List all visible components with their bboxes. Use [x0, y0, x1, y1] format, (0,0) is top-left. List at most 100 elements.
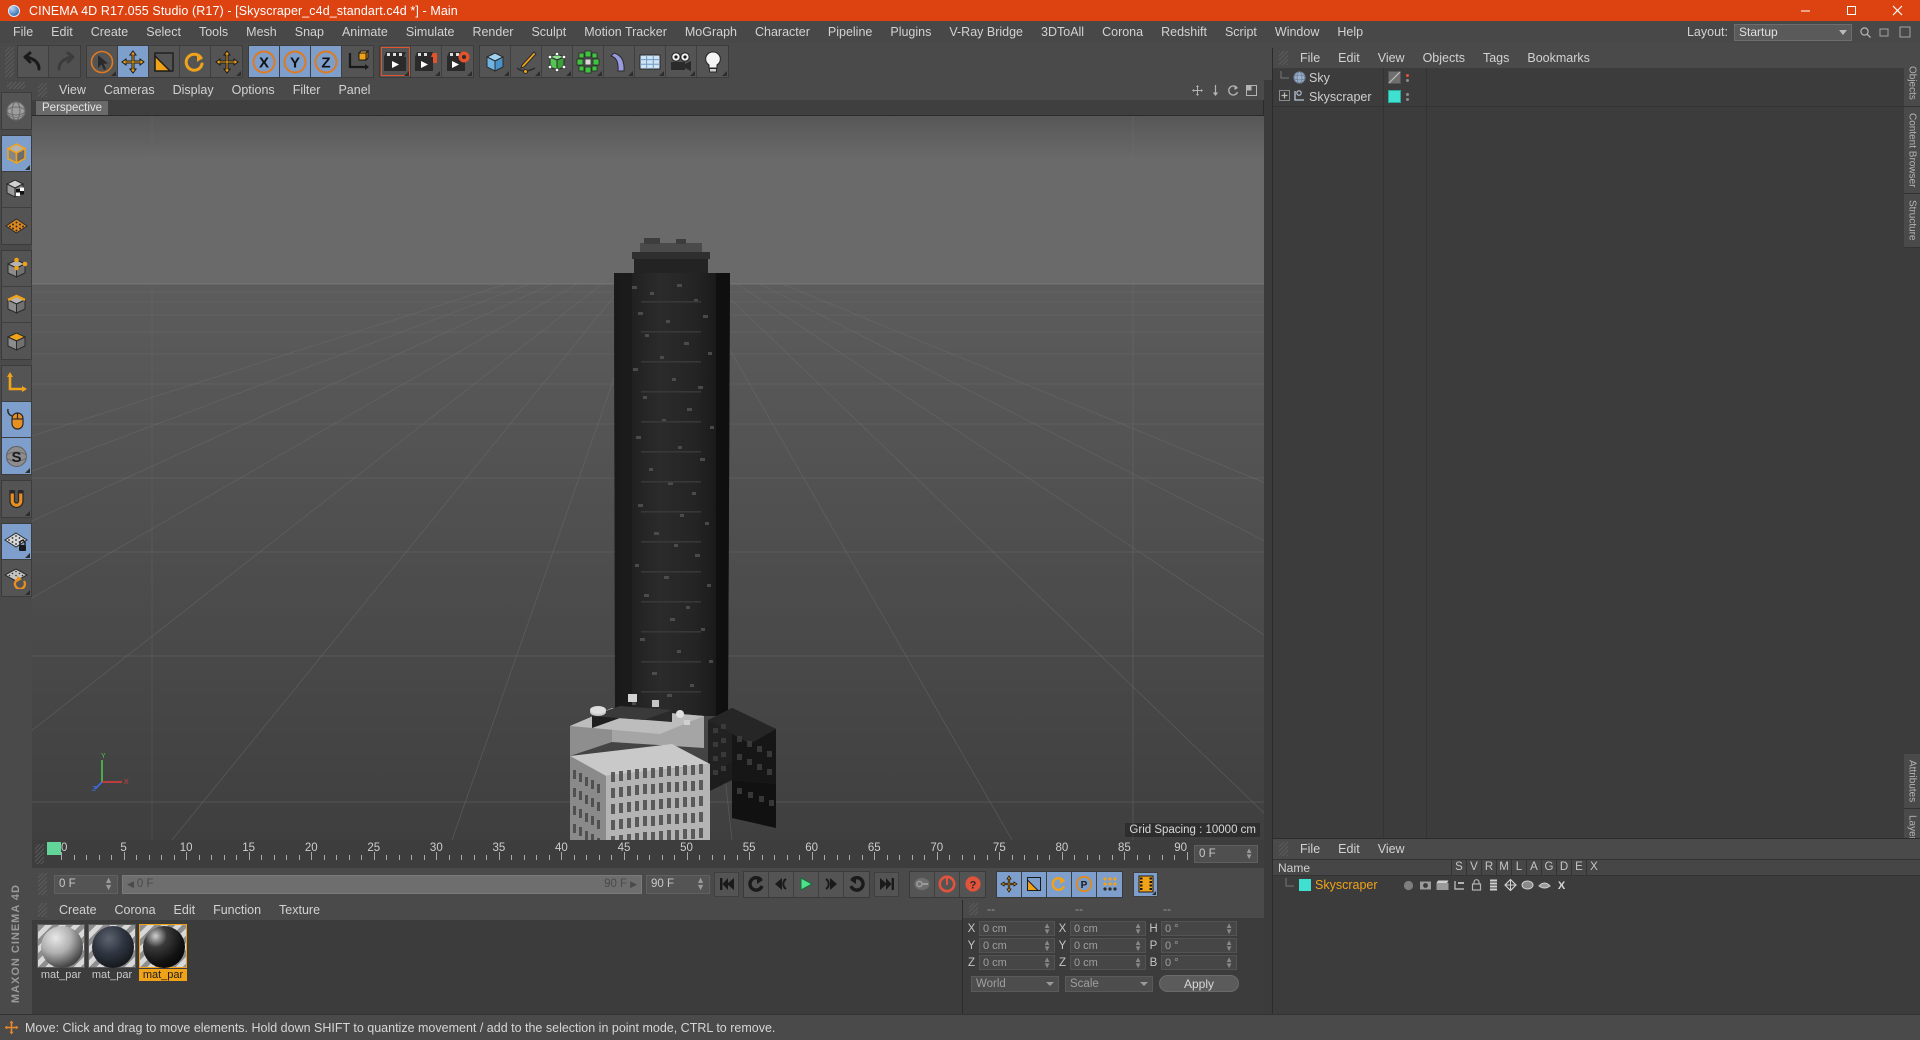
add-cube-button[interactable]: [480, 46, 511, 77]
lock-x-axis-button[interactable]: X: [249, 46, 280, 77]
coordinate-mode-dropdown[interactable]: Scale: [1065, 975, 1153, 992]
column-header-g[interactable]: G: [1541, 859, 1556, 876]
undo-button[interactable]: [18, 46, 49, 77]
column-header-d[interactable]: D: [1556, 859, 1571, 876]
menu-redshift[interactable]: Redshift: [1152, 22, 1216, 42]
material-swatch-3[interactable]: [139, 924, 187, 968]
object-manager-empty-area[interactable]: [1427, 68, 1920, 838]
timeline-grip[interactable]: [35, 844, 44, 864]
coord-rot-b-field[interactable]: 0 ° ▲ ▼: [1161, 955, 1237, 970]
point-level-anim-button[interactable]: [1097, 871, 1122, 897]
menu-3dtoall[interactable]: 3DToAll: [1032, 22, 1093, 42]
autokeying-button[interactable]: [935, 871, 960, 897]
attribute-manager-grip[interactable]: [1279, 842, 1288, 856]
play-button[interactable]: [794, 871, 819, 897]
edge-tab-attributes[interactable]: Attributes: [1904, 754, 1920, 810]
menu-character[interactable]: Character: [746, 22, 819, 42]
menu-mesh[interactable]: Mesh: [237, 22, 286, 42]
rotate-icon[interactable]: [1226, 83, 1240, 97]
menu-plugins[interactable]: Plugins: [881, 22, 940, 42]
edge-tab-content-browser[interactable]: Content Browser: [1904, 106, 1920, 195]
coord-size-y-field[interactable]: 0 cm ▲ ▼: [1070, 938, 1146, 953]
minimize-button[interactable]: [1782, 0, 1828, 21]
search-icon[interactable]: [1858, 25, 1872, 39]
render-settings-button[interactable]: [442, 46, 473, 77]
apply-button[interactable]: Apply: [1159, 975, 1239, 992]
material-manager-grip[interactable]: [38, 903, 47, 917]
menu-pipeline[interactable]: Pipeline: [819, 22, 881, 42]
menu-tools[interactable]: Tools: [190, 22, 237, 42]
material-swatch-2[interactable]: [88, 924, 136, 968]
mm-menu-create[interactable]: Create: [50, 901, 106, 919]
edge-tab-structure[interactable]: Structure: [1904, 194, 1920, 248]
edges-mode-button[interactable]: [1, 287, 31, 323]
coordinates-grip[interactable]: [969, 903, 978, 915]
material-item-3[interactable]: mat_par: [139, 924, 187, 981]
manager-icon[interactable]: [1453, 879, 1466, 892]
step-back-keyframe-button[interactable]: [744, 871, 769, 897]
redo-button[interactable]: [49, 46, 80, 77]
select-tool-button[interactable]: [87, 46, 118, 77]
model-mode-button[interactable]: [1, 136, 31, 172]
layer-row-skyscraper[interactable]: Skyscraper X: [1273, 876, 1920, 894]
om-menu-tags[interactable]: Tags: [1474, 49, 1518, 67]
toolbar-grip[interactable]: [5, 46, 14, 77]
edge-tab-objects[interactable]: Objects: [1904, 60, 1920, 107]
visible-eye-icon[interactable]: [1418, 879, 1432, 892]
move-duplicate-button[interactable]: [211, 46, 242, 77]
playbar-grip[interactable]: [38, 873, 47, 895]
am-menu-view[interactable]: View: [1369, 840, 1414, 858]
solo-dot-icon[interactable]: [1402, 879, 1415, 892]
menu-edit[interactable]: Edit: [42, 22, 82, 42]
am-menu-edit[interactable]: Edit: [1329, 840, 1369, 858]
layout-dropdown[interactable]: Startup: [1734, 23, 1852, 41]
coord-rot-p-field[interactable]: 0 ° ▲ ▼: [1161, 938, 1237, 953]
add-scene-button[interactable]: [635, 46, 666, 77]
move-y-icon[interactable]: [1208, 83, 1222, 97]
object-row-sky[interactable]: Sky: [1273, 68, 1383, 87]
workplane-mode-button[interactable]: [1, 208, 31, 244]
om-menu-edit[interactable]: Edit: [1329, 49, 1369, 67]
tag-row-sky[interactable]: [1384, 68, 1426, 87]
menu-select[interactable]: Select: [137, 22, 190, 42]
maximize-view-icon[interactable]: [1244, 83, 1258, 97]
texture-mode-button[interactable]: [1, 172, 31, 208]
next-key-button[interactable]: [844, 871, 869, 897]
om-menu-bookmarks[interactable]: Bookmarks: [1518, 49, 1599, 67]
layer-color-swatch[interactable]: [1299, 879, 1311, 891]
animation-stack-icon[interactable]: [1487, 879, 1500, 892]
viewport-menu-cameras[interactable]: Cameras: [95, 81, 164, 99]
om-menu-view[interactable]: View: [1369, 49, 1414, 67]
om-menu-file[interactable]: File: [1291, 49, 1329, 67]
lock-z-axis-button[interactable]: Z: [311, 46, 342, 77]
menu-simulate[interactable]: Simulate: [397, 22, 464, 42]
rotation-key-button[interactable]: [1047, 871, 1072, 897]
column-header-v[interactable]: V: [1466, 859, 1481, 876]
viewport-menu-filter[interactable]: Filter: [284, 81, 330, 99]
object-manager-grip[interactable]: [1279, 51, 1288, 65]
magnet-button[interactable]: [1, 481, 31, 517]
play-backwards-button[interactable]: [769, 871, 794, 897]
coord-size-x-field[interactable]: 0 cm ▲ ▼: [1070, 921, 1146, 936]
add-camera-button[interactable]: [666, 46, 697, 77]
render-view-button[interactable]: [380, 46, 411, 77]
generator-icon[interactable]: [1503, 879, 1517, 892]
workplane-rotate-button[interactable]: [1, 560, 31, 596]
menu-corona[interactable]: Corona: [1093, 22, 1152, 42]
lock-icon[interactable]: [1470, 879, 1483, 892]
close-button[interactable]: [1874, 0, 1920, 21]
skyscraper-tag-dots[interactable]: [1406, 92, 1409, 101]
scale-key-button[interactable]: [1022, 871, 1047, 897]
menu-create[interactable]: Create: [82, 22, 138, 42]
preview-range-bar[interactable]: ◀ 0 F 90 F ▶: [122, 874, 642, 894]
menu-file[interactable]: File: [4, 22, 42, 42]
palette-grip[interactable]: [7, 82, 25, 89]
pan-icon[interactable]: [1190, 83, 1204, 97]
xref-icon[interactable]: X: [1555, 879, 1568, 892]
expand-toggle-icon[interactable]: [1279, 89, 1290, 104]
add-spline-button[interactable]: [511, 46, 542, 77]
coord-pos-y-field[interactable]: 0 cm ▲ ▼: [979, 938, 1055, 953]
menu-window[interactable]: Window: [1266, 22, 1328, 42]
end-frame-field[interactable]: 90 F ▲ ▼: [646, 874, 710, 894]
viewport-tab-perspective[interactable]: Perspective: [36, 100, 109, 115]
